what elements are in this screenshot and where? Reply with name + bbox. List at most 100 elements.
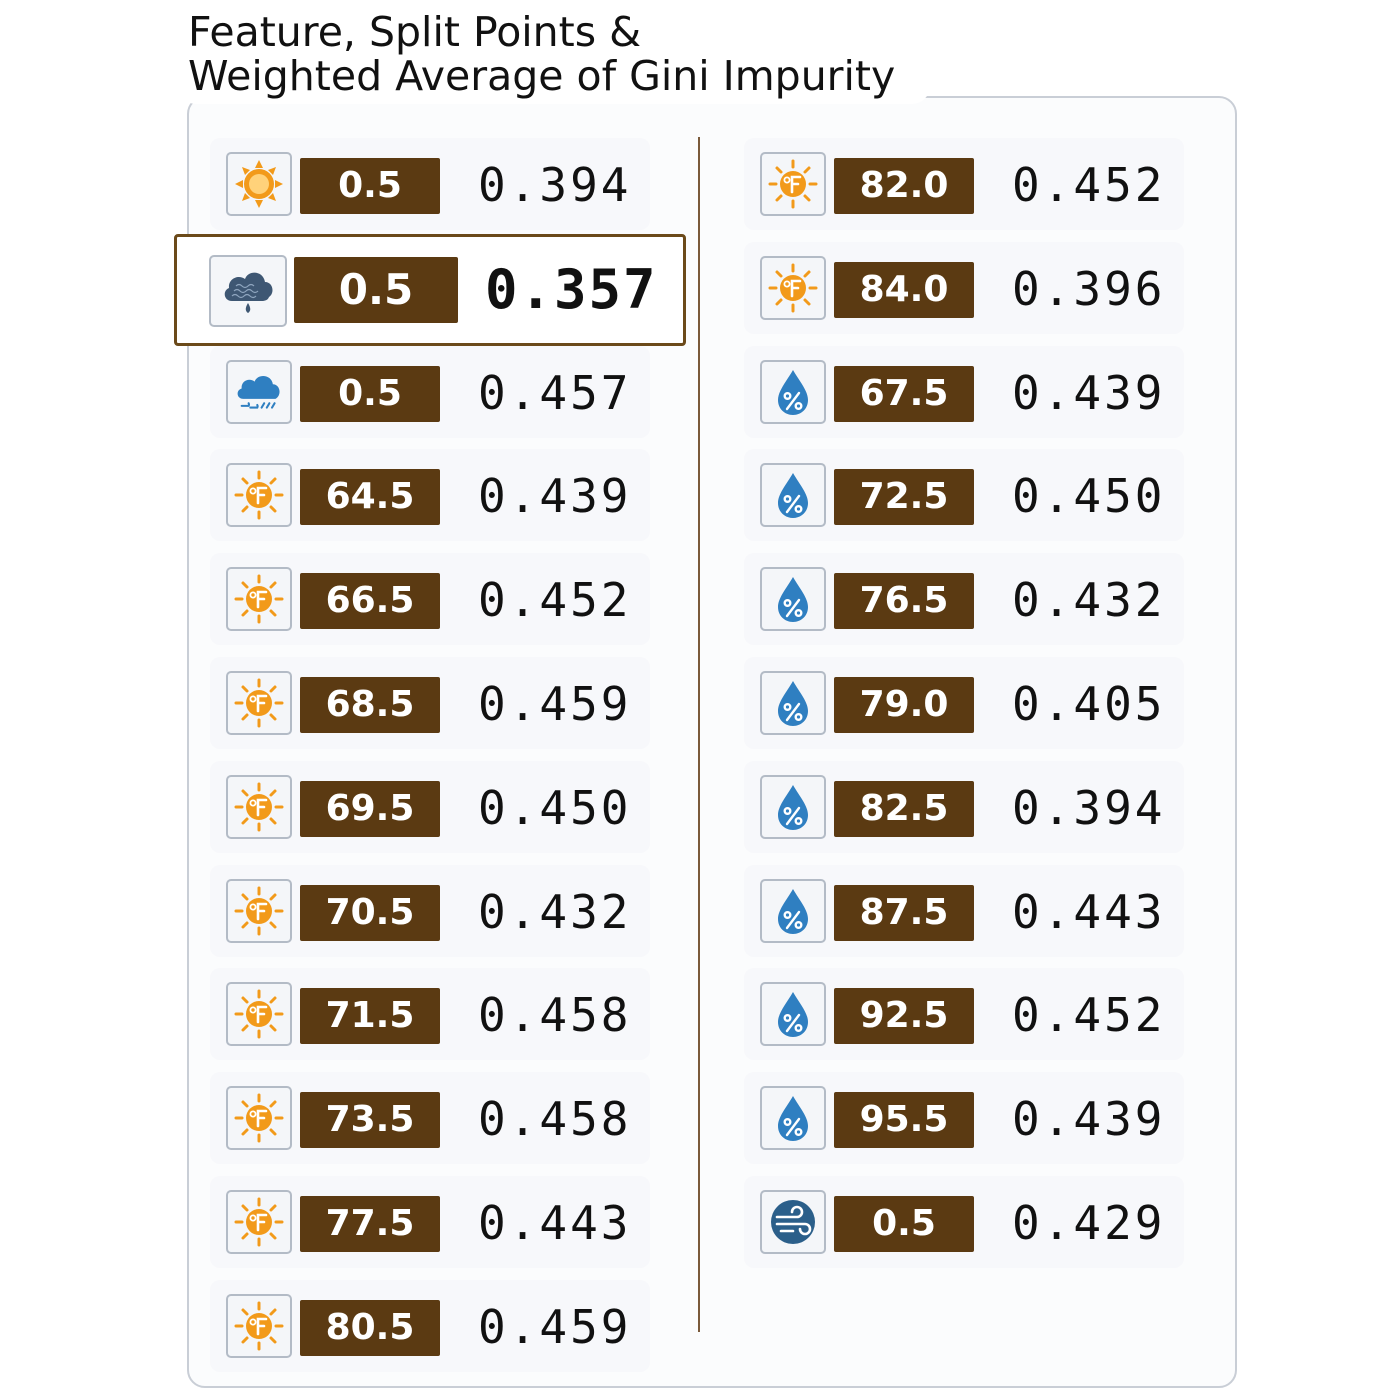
temperature-fahrenheit-icon (234, 989, 284, 1039)
temperature-fahrenheit-icon (234, 1301, 284, 1351)
split-row: 0.5 0.429 (744, 1176, 1184, 1268)
title-line-1: Feature, Split Points & (188, 8, 642, 56)
temperature-fahrenheit-icon (768, 263, 818, 313)
gini-impurity-value: 0.458 (478, 988, 632, 1043)
feature-icon-box (226, 463, 292, 528)
humidity-drop-icon (778, 992, 808, 1038)
gini-impurity-value: 0.439 (1012, 365, 1166, 420)
split-row: 87.5 0.443 (744, 864, 1184, 957)
split-point-value: 64.5 (300, 469, 440, 526)
cloud-drizzle-icon (224, 272, 273, 313)
feature-icon-box (226, 359, 292, 424)
gini-impurity-value: 0.457 (478, 365, 632, 420)
split-point-value: 79.0 (834, 677, 974, 733)
split-row: 68.5 0.459 (210, 657, 650, 749)
humidity-drop-icon (778, 888, 808, 934)
split-point-value: 0.5 (834, 1196, 974, 1252)
feature-icon-box (226, 1190, 292, 1254)
split-row: 80.5 0.459 (210, 1279, 650, 1372)
gini-impurity-value: 0.452 (1012, 988, 1166, 1043)
split-row: 79.0 0.405 (744, 657, 1184, 749)
split-point-value: 67.5 (834, 365, 974, 422)
split-point-value: 82.5 (834, 780, 974, 837)
split-point-value: 82.0 (834, 158, 974, 214)
best-split-row: 0.5 0.357 (174, 233, 686, 346)
feature-icon-box (760, 671, 826, 735)
feature-icon-box (760, 567, 826, 632)
split-point-value: 0.5 (300, 158, 440, 214)
split-row: 0.5 0.457 (210, 345, 650, 438)
split-row: 70.5 0.432 (210, 864, 650, 957)
humidity-drop-icon (778, 577, 808, 623)
split-row: 82.5 0.394 (744, 760, 1184, 853)
feature-icon-box (226, 774, 292, 839)
temperature-fahrenheit-icon (234, 1197, 284, 1247)
split-row: 66.5 0.452 (210, 553, 650, 646)
split-point-value: 92.5 (834, 988, 974, 1045)
split-point-value: 77.5 (300, 1196, 440, 1252)
feature-icon-box (226, 671, 292, 735)
split-point-value: 66.5 (300, 573, 440, 630)
split-row: 76.5 0.432 (744, 553, 1184, 646)
temperature-fahrenheit-icon (234, 574, 284, 624)
split-point-value: 80.5 (300, 1299, 440, 1356)
split-row: 73.5 0.458 (210, 1072, 650, 1165)
gini-impurity-value: 0.432 (1012, 573, 1166, 628)
feature-icon-box (760, 359, 826, 424)
split-point-value: 76.5 (834, 573, 974, 630)
split-row: 0.5 0.394 (210, 138, 650, 230)
feature-icon-box (760, 982, 826, 1047)
feature-icon-box (760, 1190, 826, 1254)
gini-impurity-value: 0.459 (478, 1299, 632, 1354)
gini-impurity-value: 0.394 (478, 158, 632, 212)
humidity-drop-icon (778, 681, 808, 726)
gini-impurity-value: 0.439 (1012, 1092, 1166, 1147)
feature-icon-box (760, 1086, 826, 1151)
feature-icon-box (226, 152, 292, 216)
feature-icon-box (226, 1086, 292, 1151)
title-line-2: Weighted Average of Gini Impurity (188, 52, 896, 100)
temperature-fahrenheit-icon (234, 782, 284, 832)
wind-icon (771, 1200, 815, 1244)
feature-icon-box (209, 254, 287, 327)
split-row: 82.0 0.452 (744, 138, 1184, 230)
gini-impurity-value: 0.394 (1012, 780, 1166, 835)
page-title: Feature, Split Points & Weighted Average… (178, 6, 930, 104)
split-point-value: 0.5 (300, 365, 440, 422)
rain-cloud-icon (237, 375, 280, 409)
split-point-value: 95.5 (834, 1092, 974, 1149)
gini-impurity-value: 0.450 (478, 780, 632, 835)
gini-impurity-value: 0.432 (478, 884, 632, 939)
humidity-drop-icon (778, 473, 808, 519)
split-point-value: 84.0 (834, 261, 974, 318)
humidity-drop-icon (778, 784, 808, 830)
feature-icon-box (226, 1293, 292, 1358)
split-row: 72.5 0.450 (744, 449, 1184, 542)
feature-icon-box (760, 463, 826, 528)
feature-icon-box (760, 878, 826, 943)
split-point-value: 87.5 (834, 884, 974, 941)
gini-impurity-value: 0.450 (1012, 469, 1166, 524)
split-row: 64.5 0.439 (210, 449, 650, 542)
split-row: 67.5 0.439 (744, 345, 1184, 438)
gini-impurity-value: 0.459 (478, 677, 632, 731)
split-row: 71.5 0.458 (210, 968, 650, 1061)
split-row: 84.0 0.396 (744, 241, 1184, 334)
feature-icon-box (760, 255, 826, 320)
temperature-fahrenheit-icon (234, 1093, 284, 1143)
sun-icon (235, 160, 283, 208)
split-row: 92.5 0.452 (744, 968, 1184, 1061)
feature-icon-box (226, 567, 292, 632)
split-point-value: 72.5 (834, 469, 974, 526)
split-point-value: 70.5 (300, 884, 440, 941)
temperature-fahrenheit-icon (234, 678, 284, 728)
gini-impurity-value: 0.458 (478, 1092, 632, 1147)
feature-icon-box (760, 152, 826, 216)
gini-impurity-value: 0.452 (1012, 158, 1166, 212)
split-point-value: 73.5 (300, 1092, 440, 1149)
feature-icon-box (226, 982, 292, 1047)
gini-impurity-value: 0.396 (1012, 261, 1166, 316)
gini-impurity-value: 0.405 (1012, 677, 1166, 731)
column-divider (698, 137, 700, 1332)
feature-icon-box (760, 774, 826, 839)
